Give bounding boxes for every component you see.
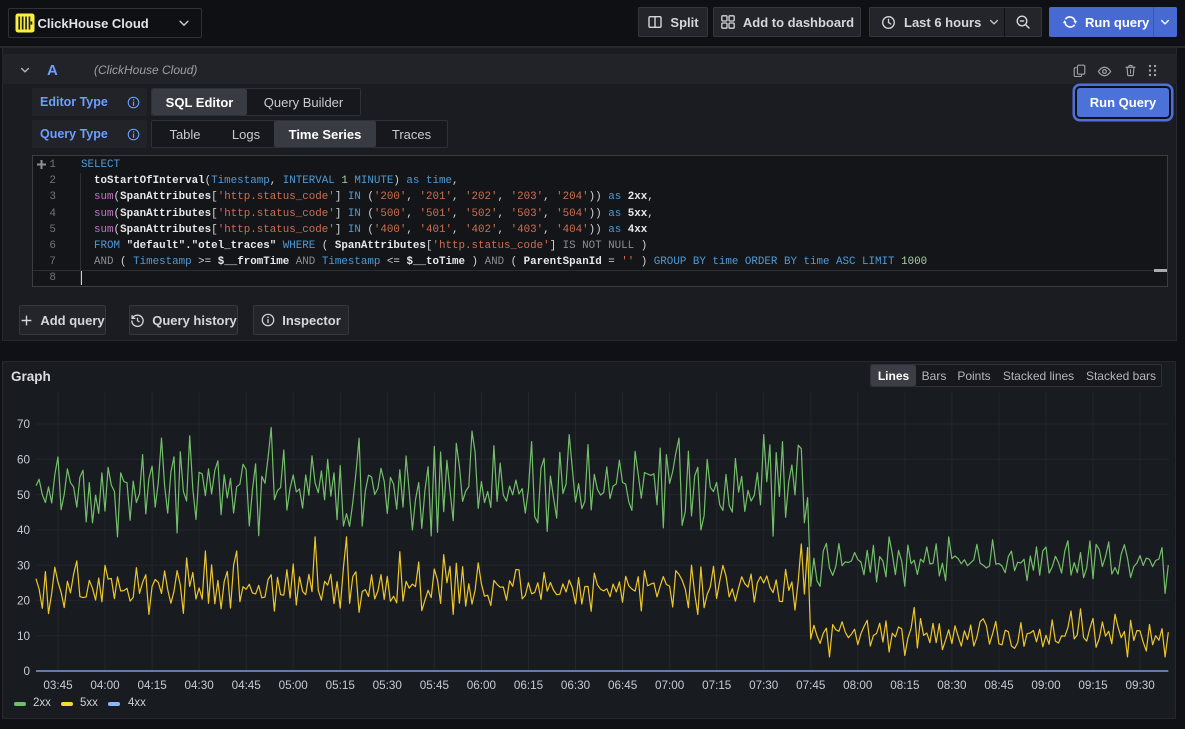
svg-text:04:30: 04:30: [184, 679, 214, 692]
svg-text:06:15: 06:15: [514, 679, 544, 692]
svg-text:07:00: 07:00: [655, 679, 685, 692]
svg-text:07:30: 07:30: [749, 679, 779, 692]
svg-text:05:45: 05:45: [420, 679, 450, 692]
svg-text:60: 60: [17, 454, 31, 467]
svg-text:08:45: 08:45: [984, 679, 1014, 692]
svg-text:0: 0: [23, 665, 30, 678]
svg-text:05:00: 05:00: [279, 679, 309, 692]
svg-text:20: 20: [17, 595, 31, 608]
svg-text:04:45: 04:45: [232, 679, 262, 692]
svg-text:09:30: 09:30: [1125, 679, 1155, 692]
svg-text:06:45: 06:45: [608, 679, 638, 692]
svg-text:05:30: 05:30: [373, 679, 403, 692]
svg-text:03:45: 03:45: [43, 679, 73, 692]
svg-text:09:00: 09:00: [1031, 679, 1061, 692]
svg-text:08:00: 08:00: [843, 679, 873, 692]
svg-text:10: 10: [17, 630, 31, 643]
svg-text:40: 40: [17, 524, 31, 537]
svg-text:06:30: 06:30: [561, 679, 591, 692]
svg-text:30: 30: [17, 559, 31, 572]
svg-text:06:00: 06:00: [467, 679, 497, 692]
svg-text:07:45: 07:45: [796, 679, 826, 692]
svg-text:05:15: 05:15: [326, 679, 356, 692]
svg-text:50: 50: [17, 489, 31, 502]
svg-text:04:00: 04:00: [90, 679, 120, 692]
svg-text:07:15: 07:15: [702, 679, 732, 692]
svg-text:08:15: 08:15: [890, 679, 920, 692]
svg-text:08:30: 08:30: [937, 679, 967, 692]
svg-text:70: 70: [17, 418, 31, 431]
svg-text:04:15: 04:15: [137, 679, 167, 692]
svg-text:09:15: 09:15: [1078, 679, 1108, 692]
